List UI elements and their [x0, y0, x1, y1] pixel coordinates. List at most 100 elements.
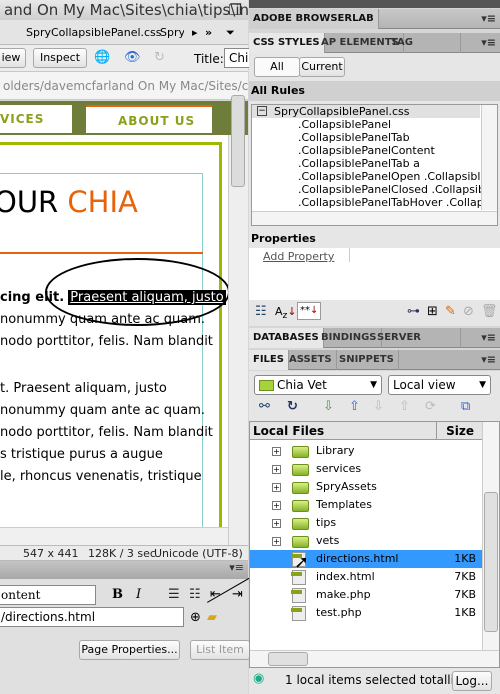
file-row[interactable]: index.html7KBH — [250, 568, 494, 586]
view-button[interactable]: iew — [0, 48, 26, 68]
expand-icon[interactable]: + — [272, 483, 281, 492]
new-rule-icon[interactable]: ⊞ — [427, 304, 438, 320]
css-rule[interactable]: .CollapsiblePanelTabHover .Collapsible — [298, 196, 482, 209]
tab-assets[interactable]: ASSETS — [285, 350, 337, 370]
window-size[interactable]: 547 x 441 — [23, 546, 79, 561]
edit-rule-icon[interactable]: ✎ — [445, 304, 456, 320]
file-row[interactable]: +LibraryF — [250, 442, 493, 460]
check-out-icon[interactable]: ⇩ — [373, 399, 384, 415]
file-row[interactable]: +vetsF — [250, 532, 493, 550]
tab-databases[interactable]: DATABASES — [249, 328, 324, 348]
rules-vertical-scrollbar[interactable] — [481, 105, 497, 210]
format-select[interactable]: ontent — [0, 585, 96, 605]
expand-icon[interactable]: + — [272, 447, 281, 456]
inspect-button[interactable]: Inspect — [33, 48, 87, 68]
file-row[interactable]: +servicesF — [250, 460, 493, 478]
collapse-icon[interactable]: − — [257, 106, 267, 116]
expand-icon[interactable]: + — [272, 465, 281, 474]
heading-accent: CHIA — [67, 185, 138, 219]
tab-css-styles[interactable]: CSS STYLES — [249, 33, 325, 53]
column-size[interactable]: Size — [436, 422, 478, 440]
all-mode-button[interactable]: All — [254, 57, 300, 77]
ordered-list-icon[interactable]: ☷ — [189, 587, 201, 603]
tab-snippets[interactable]: SNIPPETS — [335, 350, 399, 370]
panel-menu-icon[interactable]: ▾≡ — [481, 9, 496, 29]
tab-browserlab[interactable]: ADOBE BROWSERLAB — [249, 9, 379, 29]
panel-menu-icon[interactable]: ▾≡ — [481, 328, 496, 348]
file-row[interactable]: +tipsF — [250, 514, 493, 532]
file-row[interactable]: directions.html1KBH — [250, 550, 494, 568]
files-vertical-scrollbar[interactable] — [482, 422, 499, 650]
refresh-icon[interactable]: ↻ — [154, 50, 165, 66]
panel-menu-icon[interactable]: ▾≡ — [481, 350, 496, 370]
column-name[interactable]: Local Files — [253, 422, 324, 440]
rules-horizontal-scrollbar[interactable] — [252, 211, 497, 225]
refresh-icon[interactable]: ↻ — [287, 399, 298, 415]
tab-server-behaviors[interactable]: SERVER BEHAVIO — [373, 328, 461, 348]
browse-folder-icon[interactable]: ▰ — [207, 610, 217, 626]
italic-icon[interactable]: I — [136, 587, 141, 603]
expand-icon[interactable]: + — [272, 501, 281, 510]
panel-menu-icon[interactable]: ▾≡ — [481, 33, 496, 53]
nav-about-us[interactable]: ABOUT US — [86, 105, 212, 133]
nav-services[interactable]: VICES — [0, 105, 72, 133]
file-row[interactable]: make.php7KBP — [250, 586, 493, 604]
file-row[interactable]: +TemplatesF — [250, 496, 493, 514]
disable-icon[interactable]: ⊘ — [463, 304, 474, 320]
expand-icon[interactable]: + — [272, 537, 281, 546]
address-bar[interactable]: olders/davemcfarland On My Mac/Sites/chi… — [0, 72, 248, 100]
page-properties-button[interactable]: Page Properties... — [79, 640, 180, 660]
file-row[interactable]: test.php1KBP — [250, 604, 493, 622]
alpha-view-icon[interactable]: Az↓ — [275, 304, 297, 324]
site-select[interactable]: Chia Vet ▼ — [254, 375, 382, 395]
tab-tag-inspector[interactable]: TAG INSPECTO — [387, 33, 461, 53]
file-name: make.php — [316, 588, 371, 601]
visual-aids-eye-icon[interactable]: 👁 — [124, 50, 141, 66]
files-horizontal-scrollbar[interactable] — [250, 650, 499, 667]
bold-icon[interactable]: B — [112, 587, 123, 603]
scroll-tabs-right-icon[interactable]: ▸ — [192, 20, 198, 45]
related-file-tab[interactable]: SpryI — [160, 20, 184, 45]
point-to-file-icon[interactable]: ⊕ — [190, 610, 201, 626]
more-tabs-icon[interactable]: » — [205, 20, 212, 45]
expand-icon[interactable]: + — [272, 519, 281, 528]
add-property-link[interactable]: Add Property — [263, 250, 334, 263]
tab-files[interactable]: FILES — [249, 350, 289, 370]
css-rule[interactable]: .CollapsiblePanel — [298, 118, 391, 131]
view-select[interactable]: Local view ▼ — [388, 375, 491, 395]
globe-preview-icon[interactable]: 🌐 — [94, 50, 110, 66]
nav-about-us-label: ABOUT US — [118, 114, 196, 128]
design-view[interactable]: OUR CHIA cing elit. Praesent aliquam, ju… — [0, 95, 248, 553]
css-rule[interactable]: .CollapsiblePanelOpen .CollapsiblePane — [298, 170, 482, 183]
related-file-tab[interactable]: SpryCollapsiblePanel.css — [26, 20, 162, 45]
synchronize-icon[interactable]: ⟳ — [425, 399, 436, 415]
css-rule[interactable]: .CollapsiblePanelTab — [298, 131, 410, 144]
connect-icon[interactable]: ⚯ — [259, 399, 270, 415]
filter-icon[interactable]: ⏷ — [226, 20, 235, 45]
horizontal-scrollbar[interactable] — [0, 527, 228, 545]
css-rule[interactable]: .CollapsiblePanelClosed .CollapsiblePar — [298, 183, 482, 196]
set-properties-view-icon[interactable]: **↓ — [297, 302, 322, 320]
check-in-icon[interactable]: ⇧ — [399, 399, 410, 415]
current-mode-button[interactable]: Current — [299, 57, 345, 77]
log-button[interactable]: Log... — [452, 671, 492, 691]
file-name: vets — [316, 534, 340, 547]
expand-panel-icon[interactable]: ⧉ — [461, 399, 470, 415]
css-rule[interactable]: .CollapsiblePanelTab a — [298, 157, 420, 170]
list-item-button[interactable]: List Item — [190, 640, 250, 660]
file-row[interactable]: +SpryAssetsF — [250, 478, 493, 496]
vertical-scrollbar[interactable] — [228, 95, 248, 545]
link-field[interactable]: /directions.html — [0, 607, 184, 627]
indent-icon[interactable]: ⇥ — [232, 587, 243, 603]
tab-bindings[interactable]: BINDINGS — [317, 328, 382, 348]
get-files-icon[interactable]: ⇩ — [323, 399, 334, 415]
put-files-icon[interactable]: ⇧ — [349, 399, 360, 415]
attach-stylesheet-icon[interactable]: ⊶ — [407, 304, 420, 320]
stylesheet-item[interactable]: SpryCollapsiblePanel.css — [274, 105, 410, 118]
delete-icon[interactable]: 🗑 — [481, 304, 498, 320]
restore-window-icon[interactable]: ❐ — [229, 0, 242, 20]
panel-menu-icon[interactable]: ▾≡ — [229, 561, 244, 574]
category-view-icon[interactable]: ☷ — [255, 304, 267, 320]
css-rule[interactable]: .CollapsiblePanelContent — [298, 144, 435, 157]
unordered-list-icon[interactable]: ☰ — [168, 587, 180, 603]
